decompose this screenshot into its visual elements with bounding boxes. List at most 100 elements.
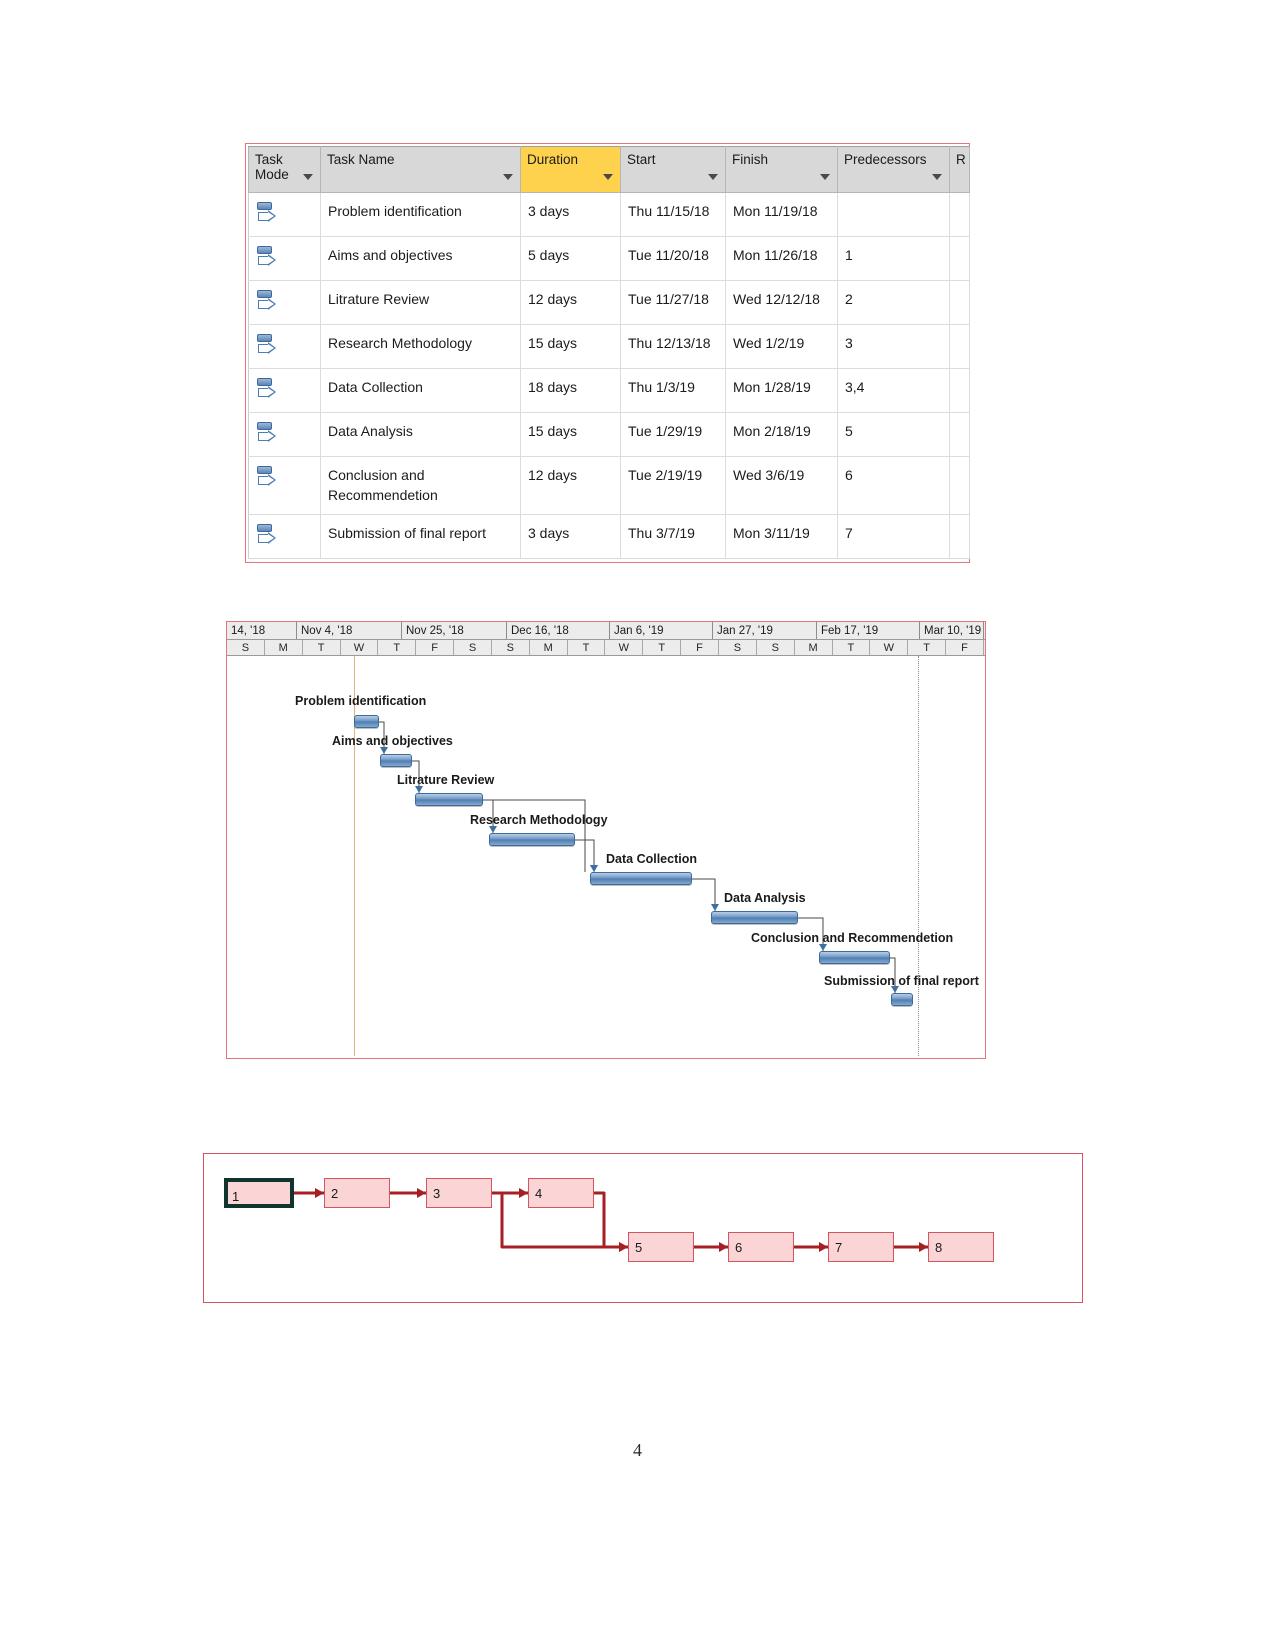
start-date-cell[interactable]: Thu 3/7/19 — [620, 513, 726, 559]
task-name-cell[interactable]: Data Analysis — [320, 412, 521, 457]
duration-cell[interactable]: 18 days — [520, 368, 621, 413]
finish-date-cell[interactable]: Mon 2/18/19 — [725, 412, 838, 457]
gantt-task-bar[interactable] — [415, 793, 483, 806]
task-mode-cell[interactable] — [248, 280, 321, 325]
task-name-cell[interactable]: Research Methodology — [320, 324, 521, 369]
resource-cell[interactable] — [949, 192, 970, 237]
column-header-task-mode[interactable]: Task Mode — [248, 146, 321, 193]
predecessors-cell[interactable]: 2 — [837, 280, 950, 325]
column-header-start[interactable]: Start — [620, 146, 726, 193]
duration-cell[interactable]: 12 days — [520, 280, 621, 325]
column-header-finish[interactable]: Finish — [725, 146, 838, 193]
task-mode-cell[interactable] — [248, 368, 321, 413]
predecessors-cell[interactable]: 7 — [837, 513, 950, 559]
network-node[interactable]: 4 — [528, 1178, 594, 1208]
column-header-resource[interactable]: R — [949, 146, 970, 193]
gantt-task-bar[interactable] — [380, 754, 412, 767]
task-mode-cell[interactable] — [248, 513, 321, 559]
gantt-task-bar[interactable] — [590, 872, 692, 885]
table-row[interactable]: Problem identification 3 days Thu 11/15/18… — [248, 192, 970, 237]
finish-date-cell[interactable]: Mon 11/19/18 — [725, 192, 838, 237]
task-name-cell[interactable]: Litrature Review — [320, 280, 521, 325]
task-name-cell[interactable]: Conclusion and Recommendetion — [320, 456, 521, 515]
finish-date-cell[interactable]: Mon 3/11/19 — [725, 513, 838, 559]
network-diagram-container: 1 2 3 4 5 6 7 8 — [203, 1153, 1083, 1303]
gantt-task-bar[interactable] — [489, 833, 575, 846]
predecessors-cell[interactable]: 3,4 — [837, 368, 950, 413]
duration-cell[interactable]: 12 days — [520, 456, 621, 515]
timeline-day-cell: F — [681, 640, 719, 655]
table-row[interactable]: Data Analysis 15 days Tue 1/29/19 Mon 2/18/… — [248, 412, 970, 457]
filter-arrow-icon[interactable] — [708, 174, 718, 180]
table-row[interactable]: Data Collection 18 days Thu 1/3/19 Mon 1/28… — [248, 368, 970, 413]
gantt-bar-label: Data Collection — [606, 852, 697, 866]
task-name-cell[interactable]: Aims and objectives — [320, 236, 521, 281]
column-header-duration[interactable]: Duration — [520, 146, 621, 193]
table-row[interactable]: Submission of final report 3 days Thu 3/7/… — [248, 513, 970, 559]
duration-cell[interactable]: 3 days — [520, 513, 621, 559]
table-row[interactable]: Research Methodology 15 days Thu 12/13/18 W… — [248, 324, 970, 369]
filter-arrow-icon[interactable] — [820, 174, 830, 180]
column-header-predecessors[interactable]: Predecessors — [837, 146, 950, 193]
finish-date-cell[interactable]: Wed 1/2/19 — [725, 324, 838, 369]
filter-arrow-icon[interactable] — [932, 174, 942, 180]
network-node[interactable]: 7 — [828, 1232, 894, 1262]
finish-date-cell[interactable]: Mon 1/28/19 — [725, 368, 838, 413]
predecessors-cell[interactable]: 5 — [837, 412, 950, 457]
column-header-label: Task Mode — [255, 152, 289, 182]
resource-cell[interactable] — [949, 324, 970, 369]
network-node[interactable]: 2 — [324, 1178, 390, 1208]
gantt-task-bar[interactable] — [819, 951, 890, 964]
start-date-cell[interactable]: Tue 11/20/18 — [620, 236, 726, 281]
task-mode-cell[interactable] — [248, 456, 321, 515]
filter-arrow-icon[interactable] — [503, 174, 513, 180]
column-header-task-name[interactable]: Task Name — [320, 146, 521, 193]
start-date-cell[interactable]: Tue 2/19/19 — [620, 456, 726, 515]
start-date-cell[interactable]: Thu 1/3/19 — [620, 368, 726, 413]
duration-cell[interactable]: 5 days — [520, 236, 621, 281]
network-node-label: 7 — [835, 1240, 843, 1255]
task-name-cell[interactable]: Problem identification — [320, 192, 521, 237]
predecessors-cell[interactable]: 3 — [837, 324, 950, 369]
predecessors-cell[interactable] — [837, 192, 950, 237]
start-date-cell[interactable]: Tue 11/27/18 — [620, 280, 726, 325]
start-date-cell[interactable]: Thu 12/13/18 — [620, 324, 726, 369]
resource-cell[interactable] — [949, 368, 970, 413]
table-row[interactable]: Litrature Review 12 days Tue 11/27/18 Wed 1… — [248, 280, 970, 325]
task-name-cell[interactable]: Data Collection — [320, 368, 521, 413]
finish-date-cell[interactable]: Mon 11/26/18 — [725, 236, 838, 281]
resource-cell[interactable] — [949, 456, 970, 515]
network-node[interactable]: 6 — [728, 1232, 794, 1262]
predecessors-cell[interactable]: 6 — [837, 456, 950, 515]
finish-date-cell[interactable]: Wed 3/6/19 — [725, 456, 838, 515]
filter-arrow-icon[interactable] — [303, 174, 313, 180]
network-node[interactable]: 3 — [426, 1178, 492, 1208]
duration-cell[interactable]: 15 days — [520, 324, 621, 369]
start-date-cell[interactable]: Tue 1/29/19 — [620, 412, 726, 457]
network-node[interactable]: 8 — [928, 1232, 994, 1262]
auto-schedule-icon — [256, 377, 276, 403]
resource-cell[interactable] — [949, 236, 970, 281]
resource-cell[interactable] — [949, 280, 970, 325]
gantt-task-bar[interactable] — [354, 715, 379, 728]
start-date-cell[interactable]: Thu 11/15/18 — [620, 192, 726, 237]
task-mode-cell[interactable] — [248, 192, 321, 237]
duration-cell[interactable]: 3 days — [520, 192, 621, 237]
network-node[interactable]: 1 — [224, 1178, 294, 1208]
resource-cell[interactable] — [949, 412, 970, 457]
finish-date-cell[interactable]: Wed 12/12/18 — [725, 280, 838, 325]
predecessors-cell[interactable]: 1 — [837, 236, 950, 281]
task-name-cell[interactable]: Submission of final report — [320, 513, 521, 559]
table-row[interactable]: Aims and objectives 5 days Tue 11/20/18 Mon… — [248, 236, 970, 281]
resource-cell[interactable] — [949, 513, 970, 559]
gantt-task-bar[interactable] — [891, 993, 913, 1006]
network-node[interactable]: 5 — [628, 1232, 694, 1262]
task-mode-cell[interactable] — [248, 324, 321, 369]
task-mode-cell[interactable] — [248, 412, 321, 457]
task-mode-cell[interactable] — [248, 236, 321, 281]
table-row[interactable]: Conclusion and Recommendetion 12 days Tue … — [248, 456, 970, 515]
gantt-task-bar[interactable] — [711, 911, 798, 924]
auto-schedule-icon — [256, 289, 276, 315]
filter-arrow-icon[interactable] — [603, 174, 613, 180]
duration-cell[interactable]: 15 days — [520, 412, 621, 457]
